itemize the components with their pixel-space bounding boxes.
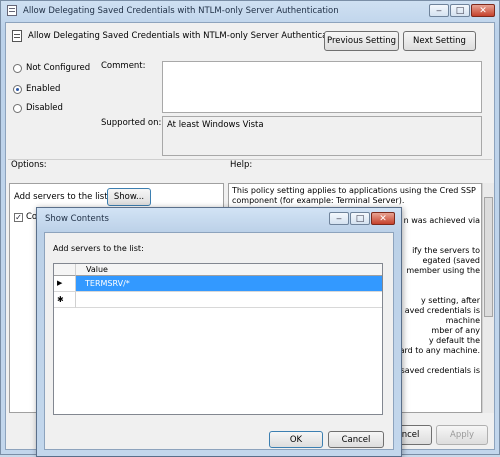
scroll-thumb[interactable]: [484, 197, 493, 317]
apply-button: Apply: [436, 425, 488, 445]
radio-disabled[interactable]: Disabled: [13, 103, 93, 115]
radio-circle[interactable]: [13, 64, 22, 73]
show-button[interactable]: Show...: [107, 188, 151, 206]
help-scrollbar[interactable]: [482, 183, 494, 413]
maximize-icon: □: [355, 213, 365, 224]
grid-header-label: Value: [86, 265, 108, 274]
row-marker[interactable]: ✱: [54, 292, 76, 308]
grid-header-corner: [54, 264, 76, 276]
show-contents-dialog: Show Contents ‒ □ ✕ Add servers to the l…: [36, 207, 402, 457]
row-marker[interactable]: ▶: [54, 276, 76, 292]
grid-header-value[interactable]: Value: [76, 264, 382, 276]
window-icon: [7, 5, 17, 16]
radio-label: Not Configured: [26, 63, 91, 73]
options-label: Options:: [11, 160, 47, 170]
values-grid[interactable]: Value ▶ TERMSRV/* ✱: [53, 263, 383, 415]
row-pointer-icon: ▶: [57, 279, 63, 287]
radio-circle[interactable]: [13, 104, 22, 113]
table-row[interactable]: [76, 292, 382, 308]
radio-enabled[interactable]: Enabled: [13, 84, 93, 96]
supported-on-label: Supported on:: [101, 118, 162, 128]
supported-on-box: At least Windows Vista: [162, 116, 482, 156]
concatenate-checkbox[interactable]: ✓: [14, 213, 23, 222]
close-button[interactable]: ✕: [471, 4, 495, 17]
window-title: Allow Delegating Saved Credentials with …: [23, 6, 339, 16]
close-icon: ✕: [479, 5, 487, 16]
row-value: TERMSRV/*: [85, 279, 130, 288]
radio-circle[interactable]: [13, 85, 22, 94]
radio-label: Disabled: [26, 103, 63, 113]
comment-textbox[interactable]: [162, 61, 482, 113]
supported-on-value: At least Windows Vista: [167, 120, 264, 130]
minimize-icon: ‒: [336, 213, 342, 224]
minimize-icon: ‒: [436, 5, 442, 16]
dialog-cancel-button[interactable]: Cancel: [328, 431, 384, 448]
dialog-maximize-button[interactable]: □: [350, 212, 370, 225]
dialog-client: Add servers to the list: Value ▶ TERMSRV…: [44, 232, 394, 450]
next-setting-button[interactable]: Next Setting: [403, 31, 476, 51]
dialog-minimize-button[interactable]: ‒: [329, 212, 349, 225]
radio-not-configured[interactable]: Not Configured: [13, 63, 93, 75]
previous-setting-button[interactable]: Previous Setting: [324, 31, 399, 51]
ok-button[interactable]: OK: [269, 431, 323, 448]
help-line: This policy setting applies to applicati…: [232, 186, 476, 195]
comment-label: Comment:: [101, 61, 146, 71]
setting-title: Allow Delegating Saved Credentials with …: [28, 31, 344, 41]
maximize-button[interactable]: □: [450, 4, 470, 17]
dialog-close-button[interactable]: ✕: [371, 212, 395, 225]
close-icon: ✕: [379, 213, 387, 224]
title-bar[interactable]: Allow Delegating Saved Credentials with …: [1, 1, 499, 21]
maximize-icon: □: [455, 5, 465, 16]
dialog-label: Add servers to the list:: [53, 244, 144, 253]
minimize-button[interactable]: ‒: [429, 4, 449, 17]
table-row[interactable]: TERMSRV/*: [76, 276, 382, 292]
setting-icon: [12, 30, 22, 42]
dialog-title-bar[interactable]: Show Contents ‒ □ ✕: [37, 208, 401, 230]
dialog-title: Show Contents: [45, 214, 109, 224]
add-servers-label: Add servers to the list:: [14, 192, 111, 202]
radio-label: Enabled: [26, 84, 61, 94]
help-label: Help:: [230, 160, 253, 170]
new-row-icon: ✱: [57, 295, 64, 304]
help-line: component (for example: Terminal Server)…: [232, 196, 405, 205]
